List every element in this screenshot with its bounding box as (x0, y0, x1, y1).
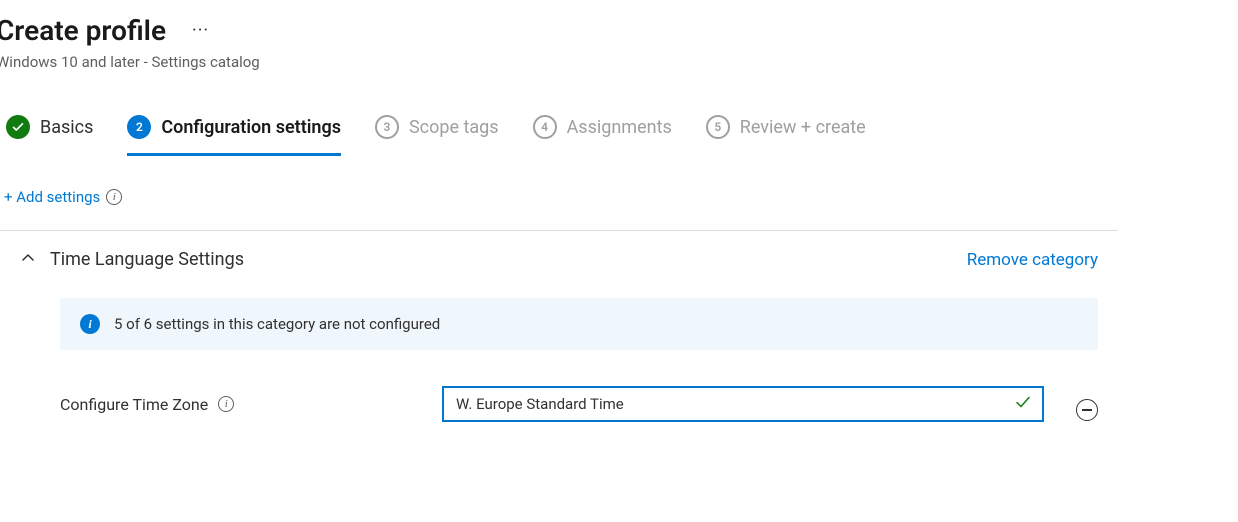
setting-label: Configure Time Zone (60, 395, 208, 414)
wizard-step-label: Review + create (740, 117, 866, 138)
page-title: Create profile (0, 14, 166, 47)
info-banner-text: 5 of 6 settings in this category are not… (114, 315, 440, 333)
more-actions-button[interactable]: ··· (186, 20, 215, 41)
step-number-icon: 4 (533, 115, 557, 139)
wizard-step-label: Assignments (567, 117, 672, 138)
wizard-step-assignments[interactable]: 4 Assignments (533, 115, 672, 156)
wizard-steps: Basics 2 Configuration settings 3 Scope … (0, 115, 1238, 156)
wizard-step-label: Configuration settings (161, 117, 341, 138)
wizard-step-review-create[interactable]: 5 Review + create (706, 115, 866, 156)
info-icon[interactable]: i (218, 396, 234, 412)
remove-setting-button[interactable] (1076, 399, 1098, 421)
info-icon: i (80, 314, 100, 334)
wizard-step-label: Scope tags (409, 117, 499, 138)
check-icon (1014, 393, 1032, 415)
wizard-step-basics[interactable]: Basics (6, 115, 93, 156)
category-title: Time Language Settings (50, 249, 244, 270)
step-number-icon: 2 (127, 115, 151, 139)
step-number-icon: 5 (706, 115, 730, 139)
add-settings-link[interactable]: + Add settings (4, 188, 100, 206)
chevron-up-icon[interactable] (20, 250, 36, 270)
wizard-step-configuration-settings[interactable]: 2 Configuration settings (127, 115, 341, 156)
check-icon (6, 115, 30, 139)
info-banner: i 5 of 6 settings in this category are n… (60, 298, 1098, 350)
page-subtitle: Windows 10 and later - Settings catalog (0, 53, 1238, 71)
remove-category-link[interactable]: Remove category (967, 250, 1098, 270)
info-icon[interactable]: i (106, 189, 122, 205)
setting-row: Configure Time Zone i (60, 386, 1238, 422)
timezone-input[interactable] (442, 386, 1044, 422)
wizard-step-scope-tags[interactable]: 3 Scope tags (375, 115, 499, 156)
minus-icon (1082, 409, 1092, 411)
wizard-step-label: Basics (40, 117, 93, 138)
step-number-icon: 3 (375, 115, 399, 139)
